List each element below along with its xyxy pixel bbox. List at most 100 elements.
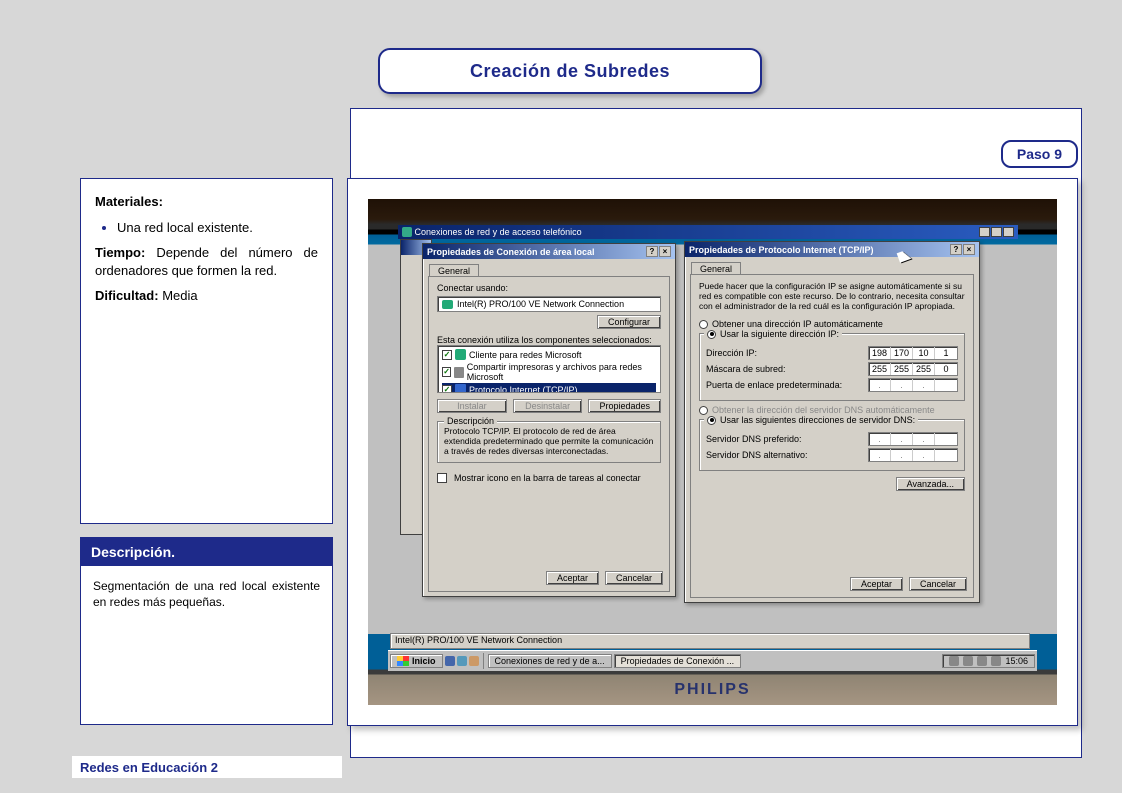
ip-octet[interactable]: 255 — [891, 363, 913, 375]
ip-octet[interactable]: 255 — [869, 363, 891, 375]
radio-manual-dns[interactable]: Usar las siguientes direcciones de servi… — [704, 415, 918, 425]
quicklaunch-icon[interactable] — [445, 656, 455, 666]
install-button[interactable]: Instalar — [437, 399, 507, 413]
dns2-field[interactable]: ... — [868, 448, 958, 462]
tray-icon[interactable] — [991, 656, 1001, 666]
tcpip-properties-dialog: Propiedades de Protocolo Internet (TCP/I… — [684, 241, 980, 603]
component-label: Protocolo Internet (TCP/IP) — [469, 385, 578, 394]
ip-octet[interactable]: 0 — [935, 363, 957, 375]
components-list[interactable]: Cliente para redes Microsoft Compartir i… — [437, 345, 661, 393]
gateway-label: Puerta de enlace predeterminada: — [706, 380, 842, 390]
cancel-button[interactable]: Cancelar — [605, 571, 663, 585]
tcpip-intro-text: Puede hacer que la configuración IP se a… — [699, 281, 965, 311]
window-controls[interactable]: ?× — [646, 246, 671, 257]
share-icon — [454, 367, 464, 378]
radio-icon — [707, 330, 716, 339]
close-icon[interactable]: × — [659, 246, 671, 257]
component-item[interactable]: Compartir impresoras y archivos para red… — [442, 361, 656, 383]
component-label: Compartir impresoras y archivos para red… — [467, 362, 656, 382]
component-item-selected[interactable]: Protocolo Internet (TCP/IP) — [442, 383, 656, 393]
description-group-label: Descripción — [444, 416, 497, 426]
description-body: Segmentación de una red local existente … — [81, 566, 332, 622]
ip-octet[interactable]: 198 — [869, 347, 891, 359]
radio-icon — [707, 416, 716, 425]
advanced-button[interactable]: Avanzada... — [896, 477, 965, 491]
ip-octet[interactable]: 1 — [935, 347, 957, 359]
windows-logo-icon — [397, 656, 409, 666]
mask-field[interactable]: 255 255 255 0 — [868, 362, 958, 376]
screenshot-frame: Conexiones de red y de acceso telefónico… — [347, 178, 1078, 726]
component-item[interactable]: Cliente para redes Microsoft — [442, 348, 656, 361]
client-icon — [455, 349, 466, 360]
ip-octet[interactable]: 170 — [891, 347, 913, 359]
tiempo-label: Tiempo: — [95, 245, 145, 260]
dns2-label: Servidor DNS alternativo: — [706, 450, 808, 460]
taskbar-button[interactable]: Conexiones de red y de a... — [488, 654, 612, 668]
quicklaunch-icon[interactable] — [457, 656, 467, 666]
ip-octet[interactable]: 255 — [913, 363, 935, 375]
ok-button[interactable]: Aceptar — [850, 577, 903, 591]
taskbar: Inicio Conexiones de red y de a... Propi… — [388, 650, 1037, 671]
radio-label: Obtener la dirección del servidor DNS au… — [712, 405, 935, 415]
ok-button[interactable]: Aceptar — [546, 571, 599, 585]
quicklaunch-icon[interactable] — [469, 656, 479, 666]
tray-icon[interactable] — [963, 656, 973, 666]
checkbox-icon[interactable] — [442, 385, 452, 394]
dns1-label: Servidor DNS preferido: — [706, 434, 802, 444]
radio-label: Usar las siguientes direcciones de servi… — [720, 415, 915, 425]
adapter-field: Intel(R) PRO/100 VE Network Connection — [437, 296, 661, 312]
lan-properties-dialog: Propiedades de Conexión de área local ?×… — [422, 243, 676, 597]
dns1-field[interactable]: ... — [868, 432, 958, 446]
checkbox-icon[interactable] — [442, 367, 451, 377]
clock: 15:06 — [1005, 656, 1028, 666]
uninstall-button[interactable]: Desinstalar — [513, 399, 583, 413]
component-label: Cliente para redes Microsoft — [469, 350, 582, 360]
start-button[interactable]: Inicio — [390, 654, 443, 668]
adapter-name: Intel(R) PRO/100 VE Network Connection — [457, 299, 624, 309]
radio-icon — [699, 406, 708, 415]
tcpip-dialog-title: Propiedades de Protocolo Internet (TCP/I… — [689, 245, 874, 255]
show-icon-checkbox[interactable] — [437, 473, 447, 483]
ip-field[interactable]: 198 170 10 1 — [868, 346, 958, 360]
cancel-button[interactable]: Cancelar — [909, 577, 967, 591]
monitor-photo: Conexiones de red y de acceso telefónico… — [368, 199, 1057, 705]
window-controls[interactable]: ?× — [950, 244, 975, 255]
dificultad-text: Media — [162, 288, 197, 303]
gateway-field[interactable]: ... — [868, 378, 958, 392]
monitor-brand: PHILIPS — [368, 681, 1057, 699]
connect-using-label: Conectar usando: — [437, 283, 661, 293]
system-tray[interactable]: 15:06 — [942, 654, 1035, 668]
close-icon[interactable]: × — [963, 244, 975, 255]
lan-dialog-title: Propiedades de Conexión de área local — [427, 247, 595, 257]
show-icon-label: Mostrar icono en la barra de tareas al c… — [454, 473, 661, 483]
explorer-title-text: Conexiones de red y de acceso telefónico — [415, 227, 582, 237]
taskbar-button-active[interactable]: Propiedades de Conexión ... — [614, 654, 742, 668]
checkbox-icon[interactable] — [442, 350, 452, 360]
description-panel: Descripción. Segmentación de una red loc… — [80, 537, 333, 725]
lan-dialog-titlebar[interactable]: Propiedades de Conexión de área local ?× — [423, 244, 675, 259]
tcpip-dialog-titlebar[interactable]: Propiedades de Protocolo Internet (TCP/I… — [685, 242, 979, 257]
page-title: Creación de Subredes — [378, 48, 762, 94]
radio-auto-ip[interactable]: Obtener una dirección IP automáticamente — [699, 319, 965, 329]
configure-button[interactable]: Configurar — [597, 315, 661, 329]
tray-icon[interactable] — [977, 656, 987, 666]
radio-label: Obtener una dirección IP automáticamente — [712, 319, 883, 329]
materials-heading: Materiales: — [95, 194, 163, 209]
radio-auto-dns: Obtener la dirección del servidor DNS au… — [699, 405, 965, 415]
description-heading: Descripción. — [81, 538, 332, 566]
dificultad-label: Dificultad: — [95, 288, 159, 303]
tray-icon[interactable] — [949, 656, 959, 666]
ip-label: Dirección IP: — [706, 348, 757, 358]
help-icon[interactable]: ? — [950, 244, 962, 255]
protocol-icon — [455, 384, 466, 393]
ip-octet[interactable]: 10 — [913, 347, 935, 359]
description-text: Protocolo TCP/IP. El protocolo de red de… — [444, 426, 654, 456]
footer-bar: Redes en Educación 2 — [72, 756, 342, 778]
components-label: Esta conexión utiliza los componentes se… — [437, 335, 661, 345]
explorer-statusbar: Intel(R) PRO/100 VE Network Connection — [390, 633, 1030, 649]
window-controls[interactable] — [979, 227, 1014, 237]
radio-icon — [699, 320, 708, 329]
help-icon[interactable]: ? — [646, 246, 658, 257]
properties-button[interactable]: Propiedades — [588, 399, 661, 413]
radio-manual-ip[interactable]: Usar la siguiente dirección IP: — [704, 329, 842, 339]
